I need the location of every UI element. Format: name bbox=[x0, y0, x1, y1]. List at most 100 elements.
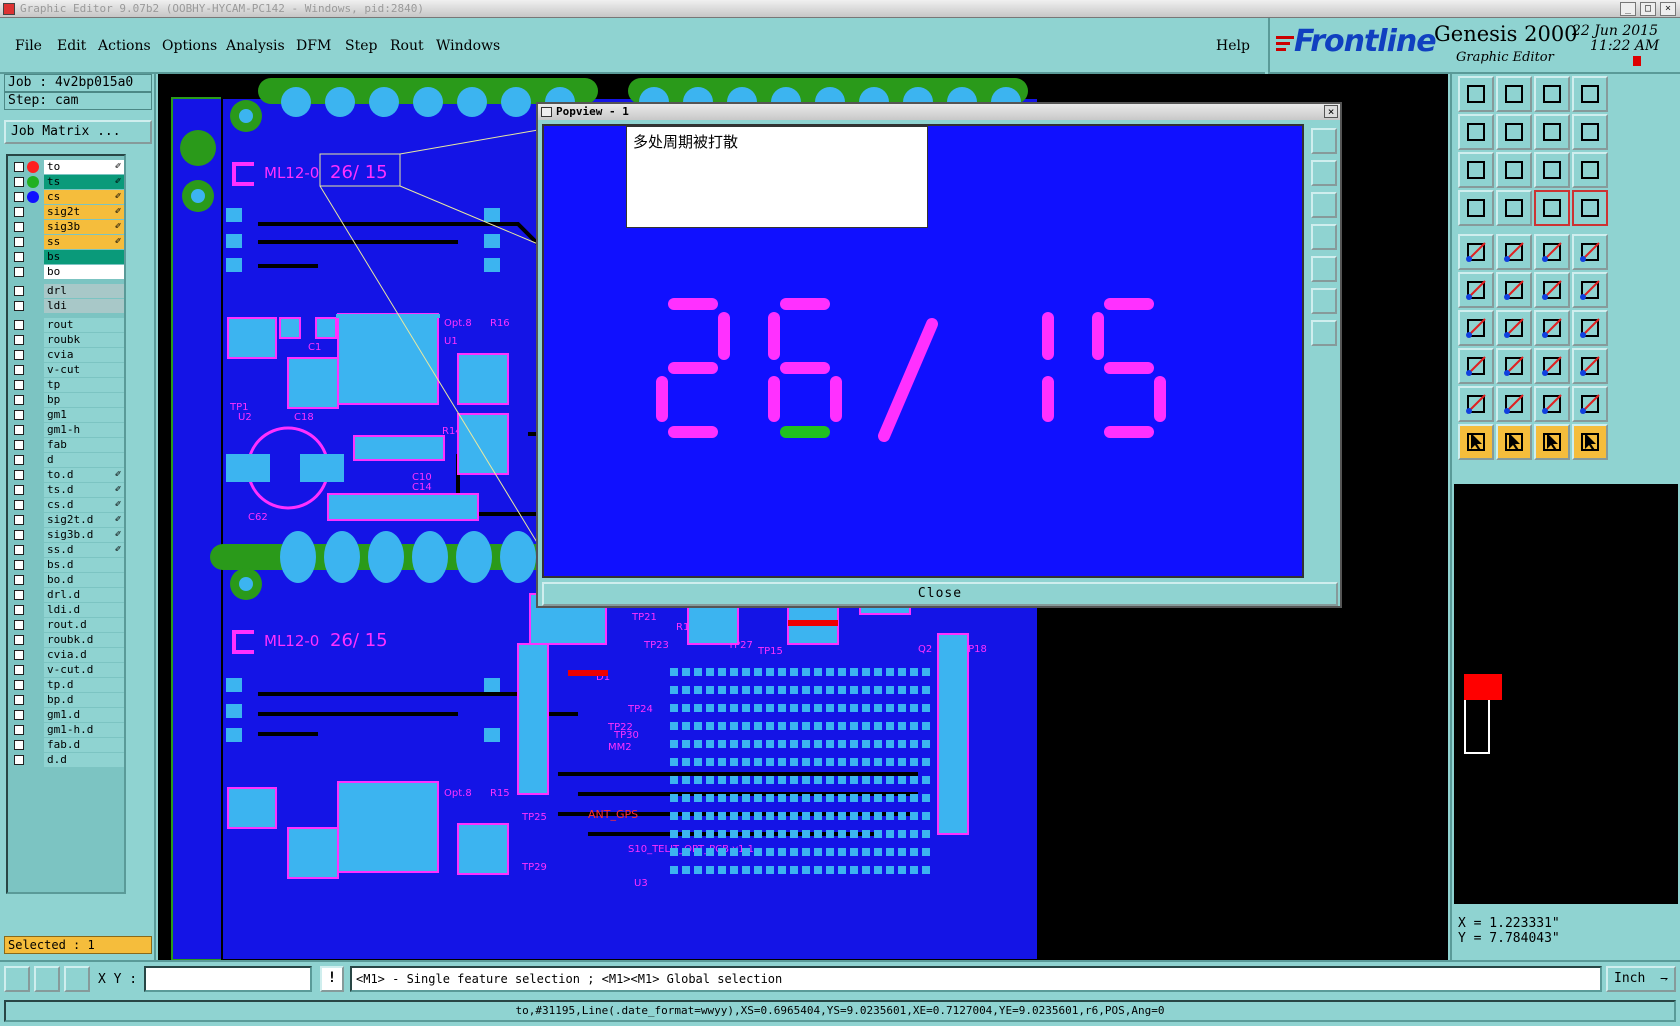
layer-row[interactable]: bp bbox=[10, 393, 124, 407]
layer-row[interactable]: ss.d ✐ bbox=[10, 543, 124, 557]
tool-button-1-1-icon[interactable] bbox=[1496, 114, 1532, 150]
layer-checkbox[interactable] bbox=[14, 335, 24, 345]
layer-name[interactable]: drl bbox=[44, 284, 124, 298]
layer-row[interactable]: gm1-h.d bbox=[10, 723, 124, 737]
layer-checkbox[interactable] bbox=[14, 301, 24, 311]
layer-checkbox[interactable] bbox=[14, 695, 24, 705]
layer-checkbox[interactable] bbox=[14, 440, 24, 450]
layer-name[interactable]: gm1-h.d bbox=[44, 723, 124, 737]
layer-row[interactable]: bs.d bbox=[10, 558, 124, 572]
popview-tool-4[interactable] bbox=[1311, 224, 1337, 250]
layer-row[interactable]: rout.d bbox=[10, 618, 124, 632]
tool-button-0-3-icon[interactable] bbox=[1572, 76, 1608, 112]
layer-name[interactable]: bo bbox=[44, 265, 124, 279]
tool-button-7-1-icon[interactable] bbox=[1496, 348, 1532, 384]
layer-name[interactable]: tp bbox=[44, 378, 124, 392]
layer-checkbox[interactable] bbox=[14, 620, 24, 630]
layer-name[interactable]: sig2t bbox=[44, 205, 124, 219]
tool-button-6-1-icon[interactable] bbox=[1496, 310, 1532, 346]
measure-tool-icon[interactable] bbox=[34, 966, 60, 992]
layer-checkbox[interactable] bbox=[14, 470, 24, 480]
layer-name[interactable]: to bbox=[44, 160, 124, 174]
layer-checkbox[interactable] bbox=[14, 455, 24, 465]
layer-name[interactable]: ss bbox=[44, 235, 124, 249]
layer-row[interactable]: gm1.d bbox=[10, 708, 124, 722]
layer-checkbox[interactable] bbox=[14, 560, 24, 570]
popview-tool-5[interactable] bbox=[1311, 256, 1337, 282]
layer-row[interactable]: cs ✐ bbox=[10, 190, 124, 204]
menu-analysis[interactable]: Analysis bbox=[226, 38, 285, 54]
layer-row[interactable]: v-cut bbox=[10, 363, 124, 377]
layer-name[interactable]: ts bbox=[44, 175, 124, 189]
layer-name[interactable]: sig3b bbox=[44, 220, 124, 234]
tool-button-7-0-icon[interactable] bbox=[1458, 348, 1494, 384]
tool-button-2-2-icon[interactable] bbox=[1534, 152, 1570, 188]
layer-checkbox[interactable] bbox=[14, 237, 24, 247]
layer-name[interactable]: gm1 bbox=[44, 408, 124, 422]
layer-checkbox[interactable] bbox=[14, 177, 24, 187]
tool-button-3-0-icon[interactable] bbox=[1458, 190, 1494, 226]
overview-map[interactable] bbox=[1454, 484, 1678, 904]
tool-button-3-3-icon[interactable] bbox=[1572, 190, 1608, 226]
tool-button-8-2-icon[interactable] bbox=[1534, 386, 1570, 422]
layer-name[interactable]: bp bbox=[44, 393, 124, 407]
layer-row[interactable]: tp.d bbox=[10, 678, 124, 692]
layer-row[interactable]: bp.d bbox=[10, 693, 124, 707]
layer-name[interactable]: d.d bbox=[44, 753, 124, 767]
tool-button-9-2-icon[interactable] bbox=[1534, 424, 1570, 460]
tool-button-5-2-icon[interactable] bbox=[1534, 272, 1570, 308]
layer-row[interactable]: sig3b ✐ bbox=[10, 220, 124, 234]
layer-row[interactable]: bs bbox=[10, 250, 124, 264]
layer-checkbox[interactable] bbox=[14, 755, 24, 765]
tool-button-4-0-icon[interactable] bbox=[1458, 234, 1494, 270]
layer-checkbox[interactable] bbox=[14, 650, 24, 660]
layer-checkbox[interactable] bbox=[14, 286, 24, 296]
layer-checkbox[interactable] bbox=[14, 500, 24, 510]
layer-name[interactable]: rout.d bbox=[44, 618, 124, 632]
layer-row[interactable]: bo.d bbox=[10, 573, 124, 587]
tool-button-6-2-icon[interactable] bbox=[1534, 310, 1570, 346]
tool-button-3-2-icon[interactable] bbox=[1534, 190, 1570, 226]
popview-close-icon[interactable]: × bbox=[1324, 105, 1338, 118]
layer-checkbox[interactable] bbox=[14, 350, 24, 360]
snap-tool-icon[interactable] bbox=[4, 966, 30, 992]
layer-name[interactable]: cvia.d bbox=[44, 648, 124, 662]
layer-row[interactable]: sig3b.d ✐ bbox=[10, 528, 124, 542]
layer-row[interactable]: rout bbox=[10, 318, 124, 332]
layer-checkbox[interactable] bbox=[14, 590, 24, 600]
layer-name[interactable]: sig2t.d bbox=[44, 513, 124, 527]
layer-checkbox[interactable] bbox=[14, 530, 24, 540]
layer-checkbox[interactable] bbox=[14, 725, 24, 735]
layer-row[interactable]: ss ✐ bbox=[10, 235, 124, 249]
layer-checkbox[interactable] bbox=[14, 635, 24, 645]
layer-name[interactable]: roubk.d bbox=[44, 633, 124, 647]
job-matrix-button[interactable]: Job Matrix ... bbox=[4, 120, 152, 144]
tool-button-1-3-icon[interactable] bbox=[1572, 114, 1608, 150]
layer-row[interactable]: fab bbox=[10, 438, 124, 452]
layer-checkbox[interactable] bbox=[14, 680, 24, 690]
exclamation-button[interactable]: ! bbox=[320, 966, 344, 992]
unit-selector[interactable]: Inch ⇁ bbox=[1606, 966, 1676, 992]
layer-checkbox[interactable] bbox=[14, 252, 24, 262]
tool-button-2-3-icon[interactable] bbox=[1572, 152, 1608, 188]
tool-button-8-0-icon[interactable] bbox=[1458, 386, 1494, 422]
popview-tool-3[interactable] bbox=[1311, 192, 1337, 218]
layer-checkbox[interactable] bbox=[14, 192, 24, 202]
layer-name[interactable]: to.d bbox=[44, 468, 124, 482]
layer-name[interactable]: fab bbox=[44, 438, 124, 452]
layer-row[interactable]: bo bbox=[10, 265, 124, 279]
menu-help[interactable]: Help bbox=[1216, 38, 1250, 54]
tool-button-2-1-icon[interactable] bbox=[1496, 152, 1532, 188]
tool-button-9-0-icon[interactable] bbox=[1458, 424, 1494, 460]
layer-row[interactable]: ldi.d bbox=[10, 603, 124, 617]
minimize-button[interactable]: _ bbox=[1620, 2, 1636, 16]
layer-checkbox[interactable] bbox=[14, 605, 24, 615]
tool-button-4-3-icon[interactable] bbox=[1572, 234, 1608, 270]
close-window-button[interactable]: × bbox=[1660, 2, 1676, 16]
tool-button-7-3-icon[interactable] bbox=[1572, 348, 1608, 384]
layer-row[interactable]: sig2t ✐ bbox=[10, 205, 124, 219]
popview-tool-7[interactable] bbox=[1311, 320, 1337, 346]
tool-button-6-0-icon[interactable] bbox=[1458, 310, 1494, 346]
layer-checkbox[interactable] bbox=[14, 410, 24, 420]
layer-row[interactable]: gm1 bbox=[10, 408, 124, 422]
